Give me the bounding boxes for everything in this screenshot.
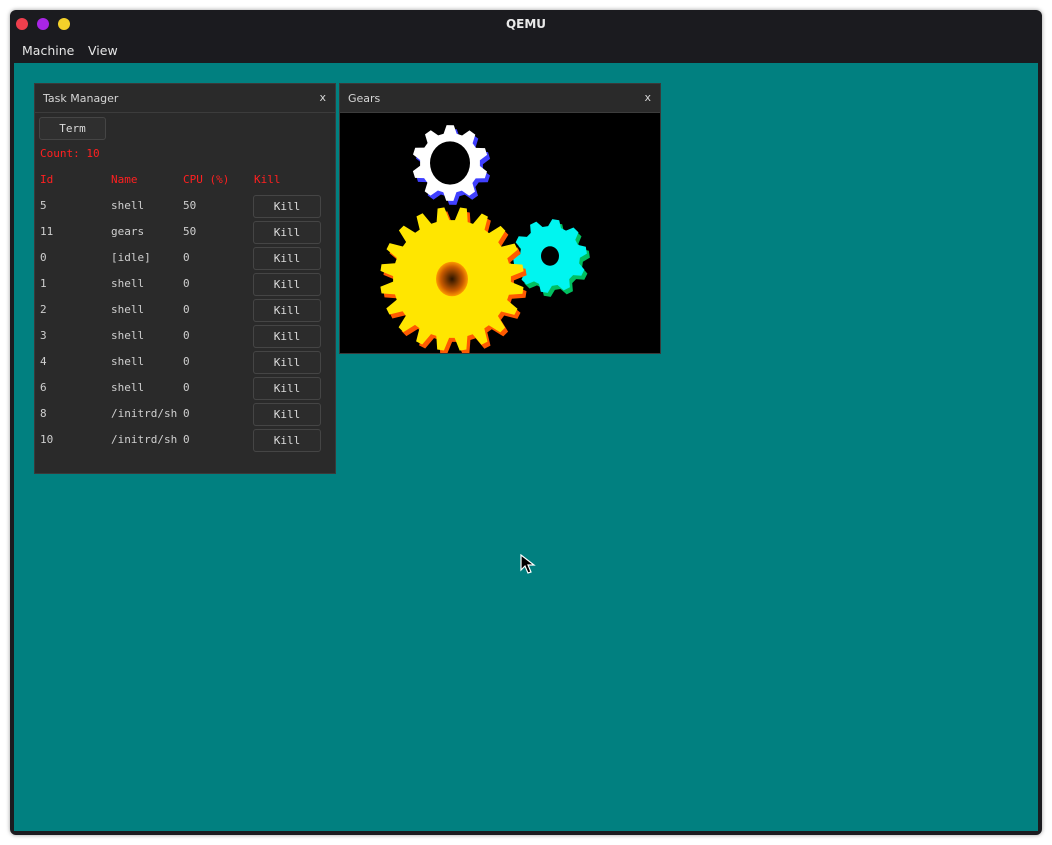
menu-view[interactable]: View <box>88 43 118 58</box>
process-name: shell <box>111 199 145 212</box>
process-id: 10 <box>40 433 54 446</box>
qemu-window: QEMU Machine View Task Manager x Term Co… <box>10 10 1042 835</box>
process-id: 2 <box>40 303 47 316</box>
process-count: Count: 10 <box>40 147 100 160</box>
task-manager-title-bar[interactable]: Task Manager x <box>35 84 335 113</box>
large-gear <box>380 207 527 355</box>
kill-button[interactable]: Kill <box>253 195 321 218</box>
gears-title: Gears <box>348 92 381 105</box>
gears-render-area[interactable] <box>340 113 660 355</box>
process-row: 10 /initrd/sh 0 Kill <box>35 429 335 455</box>
process-name: /initrd/sh <box>111 433 178 446</box>
process-name: shell <box>111 277 145 290</box>
kill-button[interactable]: Kill <box>253 247 321 270</box>
kill-button[interactable]: Kill <box>253 377 321 400</box>
header-name: Name <box>111 173 138 186</box>
process-row: 1 shell 0 Kill <box>35 273 335 299</box>
process-cpu: 0 <box>183 407 190 420</box>
process-name: shell <box>111 329 145 342</box>
process-id: 4 <box>40 355 47 368</box>
title-bar[interactable]: QEMU <box>10 10 1042 38</box>
header-id: Id <box>40 173 54 186</box>
task-manager-close-button[interactable]: x <box>319 91 326 104</box>
process-row: 6 shell 0 Kill <box>35 377 335 403</box>
process-cpu: 0 <box>183 251 190 264</box>
process-name: [idle] <box>111 251 151 264</box>
process-cpu: 0 <box>183 433 190 446</box>
gears-title-bar[interactable]: Gears x <box>340 84 660 113</box>
kill-button[interactable]: Kill <box>253 325 321 348</box>
process-cpu: 0 <box>183 355 190 368</box>
kill-button[interactable]: Kill <box>253 351 321 374</box>
header-kill: Kill <box>254 173 281 186</box>
process-id: 6 <box>40 381 47 394</box>
process-id: 8 <box>40 407 47 420</box>
process-row: 3 shell 0 Kill <box>35 325 335 351</box>
medium-gear <box>513 219 590 297</box>
process-id: 3 <box>40 329 47 342</box>
process-id: 11 <box>40 225 54 238</box>
task-manager-title: Task Manager <box>43 92 119 105</box>
term-button[interactable]: Term <box>39 117 106 140</box>
process-cpu: 50 <box>183 225 197 238</box>
process-row: 5 shell 50 Kill <box>35 195 335 221</box>
process-row: 2 shell 0 Kill <box>35 299 335 325</box>
process-id: 1 <box>40 277 47 290</box>
small-gear <box>412 125 491 205</box>
gears-illustration <box>380 125 590 355</box>
process-name: shell <box>111 381 145 394</box>
kill-button[interactable]: Kill <box>253 273 321 296</box>
process-cpu: 0 <box>183 303 190 316</box>
guest-desktop[interactable]: Task Manager x Term Count: 10 Id Name CP… <box>14 63 1038 831</box>
process-cpu: 50 <box>183 199 197 212</box>
task-manager-window: Task Manager x Term Count: 10 Id Name CP… <box>34 83 336 474</box>
kill-button[interactable]: Kill <box>253 221 321 244</box>
kill-button[interactable]: Kill <box>253 403 321 426</box>
mouse-cursor-icon <box>520 554 536 574</box>
process-row: 8 /initrd/sh 0 Kill <box>35 403 335 429</box>
process-cpu: 0 <box>183 381 190 394</box>
gears-close-button[interactable]: x <box>644 91 651 104</box>
process-name: shell <box>111 355 145 368</box>
process-row: 11 gears 50 Kill <box>35 221 335 247</box>
gears-window: Gears x <box>339 83 661 355</box>
kill-button[interactable]: Kill <box>253 429 321 452</box>
process-name: /initrd/sh <box>111 407 178 420</box>
process-cpu: 0 <box>183 277 190 290</box>
menu-machine[interactable]: Machine <box>22 43 74 58</box>
process-row: 0 [idle] 0 Kill <box>35 247 335 273</box>
process-id: 0 <box>40 251 47 264</box>
process-id: 5 <box>40 199 47 212</box>
process-name: shell <box>111 303 145 316</box>
process-cpu: 0 <box>183 329 190 342</box>
kill-button[interactable]: Kill <box>253 299 321 322</box>
process-name: gears <box>111 225 145 238</box>
window-title: QEMU <box>505 17 547 31</box>
process-row: 4 shell 0 Kill <box>35 351 335 377</box>
header-cpu: CPU (%) <box>183 173 230 186</box>
